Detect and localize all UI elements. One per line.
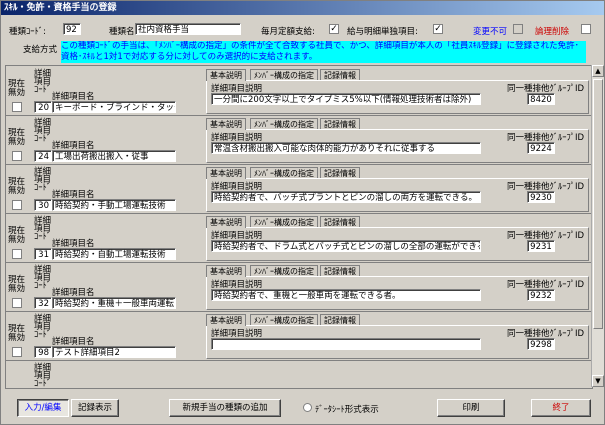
detail-desc-field[interactable]: 常温含材搬出搬入可能な肉体的能力がありそれに従事する — [211, 142, 481, 154]
record-list: 現在 無効 詳細 項目 ｺｰﾄﾞ 詳細項目名 20 キーボード・ブラインド・タッ… — [5, 65, 593, 389]
detail-code-label: 詳細 項目 ｺｰﾄﾞ — [34, 363, 52, 389]
tab-basic[interactable]: 基本説明 — [206, 314, 246, 326]
scroll-up-icon[interactable]: ▲ — [592, 65, 604, 77]
tab-panel: 詳細項目説明 同一種排他ｸﾞﾙｰﾌﾟID 時給契約者で、ドラム式とバッチ式とピン… — [206, 227, 589, 261]
payslip-label: 給与明細単独項目: — [347, 27, 418, 37]
window-title: ｽｷﾙ・免許・資格手当の登録 — [1, 1, 604, 15]
tab-panel: 詳細項目説明 同一種排他ｸﾞﾙｰﾌﾟID 9298 — [206, 325, 589, 359]
same-group-id-field[interactable]: 9230 — [527, 191, 555, 203]
detail-desc-field[interactable]: 一分間に200文字以上でタイプミス5%以下(情報処理技術者は除外) — [211, 93, 481, 105]
detail-name-field[interactable]: 工場出荷搬出搬入・従事 — [52, 150, 176, 162]
detail-desc-field[interactable]: 時給契約者で、ドラム式とバッチ式とピンの溜しの全部の運転ができる。 — [211, 240, 481, 252]
payment-method-label: 支給方式 — [23, 45, 58, 55]
current-invalid-label: 現在 無効 — [8, 79, 26, 98]
tab-basic[interactable]: 基本説明 — [206, 265, 246, 277]
detail-name-field[interactable]: 時給契約・重機＋一般車両運転 — [52, 297, 176, 309]
tab-basic[interactable]: 基本説明 — [206, 167, 246, 179]
detail-desc-field[interactable]: 時給契約者で、バッチ式プラントとピンの溜しの両方を運転できる。 — [211, 191, 481, 203]
detail-desc-field[interactable] — [211, 338, 481, 350]
current-invalid-checkbox[interactable] — [12, 151, 22, 161]
detail-name-field[interactable]: 時給契約・手動工場運転技術 — [52, 199, 176, 211]
current-invalid-checkbox[interactable] — [12, 249, 22, 259]
detail-code-field[interactable]: 32 — [34, 297, 52, 309]
same-group-id-field[interactable]: 9224 — [527, 142, 555, 154]
vertical-scrollbar[interactable]: ▲ ▼ — [591, 65, 604, 387]
detail-code-label: 詳細 項目 ｺｰﾄﾞ — [34, 69, 52, 95]
same-group-id-field[interactable]: 9232 — [527, 289, 555, 301]
monthly-checkbox[interactable]: ✓ — [329, 24, 339, 34]
current-invalid-checkbox[interactable] — [12, 298, 22, 308]
same-group-id-field[interactable]: 9231 — [527, 240, 555, 252]
detail-code-label: 詳細 項目 ｺｰﾄﾞ — [34, 314, 52, 340]
table-row: 現在 無効 詳細 項目 ｺｰﾄﾞ 詳細項目名 24 工場出荷搬出搬入・従事 基本… — [6, 117, 592, 165]
tab-panel: 詳細項目説明 同一種排他ｸﾞﾙｰﾌﾟID 時給契約者で、バッチ式プラントとピンの… — [206, 178, 589, 212]
unchangeable-checkbox[interactable] — [513, 24, 523, 34]
detail-code-field[interactable]: 31 — [34, 248, 52, 260]
detail-code-field[interactable]: 30 — [34, 199, 52, 211]
tab-basic[interactable]: 基本説明 — [206, 69, 246, 81]
code-label: 種類ｺｰﾄﾞ: — [9, 27, 46, 37]
print-button[interactable]: 印刷 — [437, 399, 505, 417]
monthly-label: 毎月定額支給: — [261, 27, 315, 37]
detail-code-label: 詳細 項目 ｺｰﾄﾞ — [34, 265, 52, 291]
current-invalid-label: 現在 無効 — [8, 226, 26, 245]
detail-desc-field[interactable]: 時給契約者で、重機と一般車両を運転できる者。 — [211, 289, 481, 301]
detail-code-label: 詳細 項目 ｺｰﾄﾞ — [34, 216, 52, 242]
detail-code-label: 詳細 項目 ｺｰﾄﾞ — [34, 118, 52, 144]
current-invalid-checkbox[interactable] — [12, 347, 22, 357]
name-label: 種類名: — [109, 27, 138, 37]
current-invalid-label: 現在 無効 — [8, 128, 26, 147]
record-view-button[interactable]: 記録表示 — [71, 399, 119, 417]
detail-code-label: 詳細 項目 ｺｰﾄﾞ — [34, 167, 52, 193]
detail-code-field[interactable]: 20 — [34, 101, 52, 113]
table-row: 現在 無効 詳細 項目 ｺｰﾄﾞ 詳細項目名 20 キーボード・ブラインド・タッ… — [6, 68, 592, 116]
footer-bar: 入力/編集 記録表示 新規手当の種類の追加 ﾃﾞｰﾀｼｰﾄ形式表示 印刷 終了 — [1, 393, 604, 423]
tab-basic[interactable]: 基本説明 — [206, 216, 246, 228]
tab-panel: 詳細項目説明 同一種排他ｸﾞﾙｰﾌﾟID 時給契約者で、重機と一般車両を運転でき… — [206, 276, 589, 310]
detail-name-field[interactable]: テスト詳細項目2 — [52, 346, 176, 358]
detail-code-field[interactable]: 24 — [34, 150, 52, 162]
tab-panel: 詳細項目説明 同一種排他ｸﾞﾙｰﾌﾟID 常温含材搬出搬入可能な肉体的能力があり… — [206, 129, 589, 163]
payment-method-desc: この種類ｺｰﾄﾞの手当は、「ﾒﾝﾊﾞｰ構成の指定」の条件が全て合致する社員で、か… — [61, 41, 586, 63]
window: ｽｷﾙ・免許・資格手当の登録 種類ｺｰﾄﾞ: 92 種類名: 社内資格手当 毎月… — [0, 0, 605, 425]
table-row: 現在 無効 詳細 項目 ｺｰﾄﾞ 詳細項目名 98 テスト詳細項目2 基本説明ﾒ… — [6, 313, 592, 361]
current-invalid-label: 現在 無効 — [8, 275, 26, 294]
name-field[interactable]: 社内資格手当 — [135, 23, 241, 35]
exit-button[interactable]: 終了 — [531, 399, 591, 417]
current-invalid-label: 現在 無効 — [8, 177, 26, 196]
payslip-checkbox[interactable]: ✓ — [433, 24, 443, 34]
same-group-id-field[interactable]: 9298 — [527, 338, 555, 350]
datasheet-radio[interactable] — [303, 403, 312, 412]
datasheet-label: ﾃﾞｰﾀｼｰﾄ形式表示 — [315, 405, 379, 415]
tab-panel: 詳細項目説明 同一種排他ｸﾞﾙｰﾌﾟID 一分間に200文字以上でタイプミス5%… — [206, 80, 589, 114]
table-row: 現在 無効 詳細 項目 ｺｰﾄﾞ 詳細項目名 30 時給契約・手動工場運転技術 … — [6, 166, 592, 214]
current-invalid-label: 現在 無効 — [8, 324, 26, 343]
same-group-id-field[interactable]: 8420 — [527, 93, 555, 105]
current-invalid-checkbox[interactable] — [12, 200, 22, 210]
table-row: 現在 無効 詳細 項目 ｺｰﾄﾞ 詳細項目名 32 時給契約・重機＋一般車両運転… — [6, 264, 592, 312]
add-new-button[interactable]: 新規手当の種類の追加 — [169, 399, 281, 417]
table-row: 現在 無効 詳細 項目 ｺｰﾄﾞ 詳細項目名 31 時給契約・自動工場運転技術 … — [6, 215, 592, 263]
tab-basic[interactable]: 基本説明 — [206, 118, 246, 130]
current-invalid-checkbox[interactable] — [12, 102, 22, 112]
scroll-thumb[interactable] — [593, 79, 603, 329]
code-field[interactable]: 92 — [63, 23, 81, 35]
unchangeable-label: 変更不可 — [473, 27, 508, 37]
logical-delete-label: 論理削除 — [535, 27, 570, 37]
logical-delete-checkbox[interactable] — [581, 24, 591, 34]
detail-name-field[interactable]: 時給契約・自動工場運転技術 — [52, 248, 176, 260]
detail-code-field[interactable]: 98 — [34, 346, 52, 358]
table-row: 詳細 項目 ｺｰﾄﾞ — [6, 362, 592, 389]
detail-name-field[interactable]: キーボード・ブラインド・タッチ — [52, 101, 176, 113]
input-edit-button[interactable]: 入力/編集 — [17, 399, 69, 417]
scroll-down-icon[interactable]: ▼ — [592, 375, 604, 387]
